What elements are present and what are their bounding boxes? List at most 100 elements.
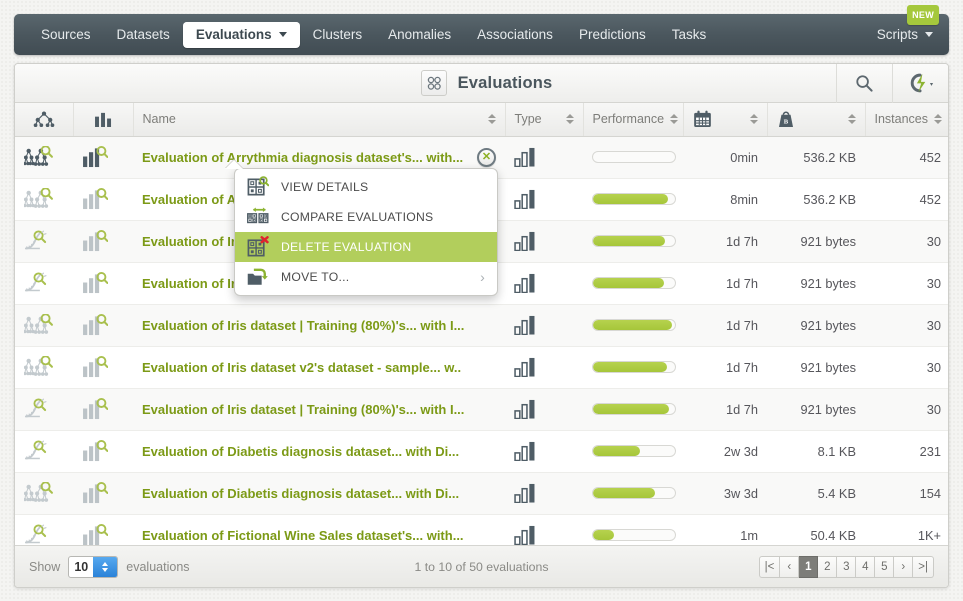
bars-search-icon bbox=[82, 188, 124, 210]
sort-arrows-icon[interactable] bbox=[565, 114, 574, 125]
row-age-cell: 1d 7h bbox=[683, 220, 767, 263]
row-evaluation-icon-cell[interactable] bbox=[73, 178, 133, 221]
row-age-cell: 1d 7h bbox=[683, 304, 767, 347]
table-row[interactable]: Evaluation of Iris dataset v2's dataset … bbox=[15, 346, 948, 389]
row-evaluation-icon-cell[interactable] bbox=[73, 262, 133, 305]
column-header-age[interactable] bbox=[683, 103, 768, 137]
row-model-icon-cell[interactable] bbox=[15, 430, 73, 473]
nav-item-anomalies[interactable]: Anomalies bbox=[375, 22, 464, 48]
evaluation-name-link[interactable]: Evaluation of Diabetis diagnosis dataset… bbox=[142, 486, 459, 501]
row-model-icon-cell[interactable] bbox=[15, 472, 73, 515]
row-evaluation-icon-cell[interactable] bbox=[73, 472, 133, 515]
evaluation-name-link[interactable]: Evaluation of Fictional Wine Sales datas… bbox=[142, 528, 464, 543]
sort-arrows-icon[interactable] bbox=[487, 114, 496, 125]
row-evaluation-icon-cell[interactable] bbox=[73, 346, 133, 389]
row-type-cell bbox=[505, 136, 583, 179]
rows-per-page-select[interactable]: 10 bbox=[68, 555, 119, 578]
sort-arrows-icon[interactable] bbox=[670, 114, 679, 125]
row-model-icon-cell[interactable] bbox=[15, 178, 73, 221]
pagination-page-4[interactable]: 4 bbox=[856, 555, 876, 578]
row-evaluation-icon-cell[interactable] bbox=[73, 430, 133, 473]
model-icon bbox=[33, 111, 55, 128]
row-instances-cell: 30 bbox=[865, 262, 948, 305]
column-header-evaluation[interactable] bbox=[73, 103, 134, 137]
row-type-cell bbox=[505, 220, 583, 263]
sort-arrows-icon[interactable] bbox=[847, 114, 856, 125]
pagination-last[interactable]: >| bbox=[913, 555, 934, 578]
panel-title-group: Evaluations bbox=[411, 70, 553, 96]
column-header-name[interactable]: Name bbox=[133, 103, 506, 137]
evaluation-name-link[interactable]: Evaluation of Iris dataset | Training (8… bbox=[142, 402, 464, 417]
search-icon[interactable] bbox=[836, 64, 892, 103]
row-model-icon-cell[interactable] bbox=[15, 388, 73, 431]
row-model-icon-cell[interactable] bbox=[15, 262, 73, 305]
evaluation-name-link[interactable]: Evaluation of Iris dataset | Training (8… bbox=[142, 318, 464, 333]
bars-search-icon bbox=[82, 146, 124, 168]
context-menu-item-label: VIEW DETAILS bbox=[281, 180, 369, 194]
ensemble-icon bbox=[24, 314, 64, 336]
nav-item-tasks[interactable]: Tasks bbox=[659, 22, 720, 48]
table-row[interactable]: Evaluation of Iris dataset | Training (8… bbox=[15, 304, 948, 347]
bolt-icon[interactable] bbox=[892, 64, 948, 103]
column-header-model[interactable] bbox=[15, 103, 74, 137]
table-row[interactable]: Evaluation of Iris dataset | Training (8… bbox=[15, 388, 948, 431]
pagination-page-3[interactable]: 3 bbox=[837, 555, 857, 578]
table-row[interactable]: Evaluation of Diabetis diagnosis dataset… bbox=[15, 472, 948, 515]
close-icon[interactable]: ✕ bbox=[477, 147, 496, 167]
nav-item-evaluations[interactable]: Evaluations bbox=[182, 21, 300, 48]
context-menu-item-move-to[interactable]: MOVE TO... › bbox=[235, 262, 497, 292]
nav-item-clusters[interactable]: Clusters bbox=[300, 22, 376, 48]
pagination-first[interactable]: |< bbox=[758, 555, 781, 578]
pagination-page-2[interactable]: 2 bbox=[818, 555, 838, 578]
bars-icon bbox=[94, 111, 113, 128]
nav-item-predictions[interactable]: Predictions bbox=[566, 22, 659, 48]
row-model-icon-cell[interactable] bbox=[15, 136, 73, 179]
bars-icon bbox=[514, 273, 574, 293]
stepper-icon[interactable] bbox=[93, 556, 118, 577]
evaluation-name-link[interactable]: Evaluation of A bbox=[142, 192, 236, 207]
bars-search-icon bbox=[82, 314, 124, 336]
row-model-icon-cell[interactable] bbox=[15, 346, 73, 389]
row-evaluation-icon-cell[interactable] bbox=[73, 388, 133, 431]
row-type-cell bbox=[505, 472, 583, 515]
context-menu-item-compare-evaluations[interactable]: COMPARE EVALUATIONS bbox=[235, 202, 497, 232]
row-evaluation-icon-cell[interactable] bbox=[73, 220, 133, 263]
nav-item-associations[interactable]: Associations bbox=[464, 22, 566, 48]
anomaly-icon bbox=[24, 524, 64, 546]
sort-arrows-icon[interactable] bbox=[934, 114, 943, 125]
view-details-icon bbox=[247, 176, 269, 198]
evaluation-name-link[interactable]: Evaluation of Ir bbox=[142, 276, 236, 291]
svg-text:B: B bbox=[783, 119, 788, 126]
row-model-icon-cell[interactable] bbox=[15, 220, 73, 263]
context-menu-item-view-details[interactable]: VIEW DETAILS bbox=[235, 172, 497, 202]
evaluation-name-link[interactable]: Evaluation of Iris dataset v2's dataset … bbox=[142, 360, 461, 375]
evaluation-name-link[interactable]: Evaluation of Arrythmia diagnosis datase… bbox=[142, 150, 463, 165]
row-age-cell: 1d 7h bbox=[683, 388, 767, 431]
table-row[interactable]: Evaluation of Diabetis diagnosis dataset… bbox=[15, 430, 948, 473]
chevron-down-icon bbox=[278, 32, 287, 37]
evaluation-name-link[interactable]: Evaluation of Diabetis diagnosis dataset… bbox=[142, 444, 459, 459]
context-menu-item-delete-evaluation[interactable]: DELETE EVALUATION bbox=[235, 232, 497, 262]
page-title: Evaluations bbox=[457, 73, 553, 92]
row-type-cell bbox=[505, 388, 583, 431]
context-menu-item-label: MOVE TO... bbox=[281, 270, 350, 284]
column-header-type[interactable]: Type bbox=[505, 103, 584, 137]
nav-item-scripts[interactable]: Scripts NEW bbox=[864, 4, 939, 48]
nav-item-datasets[interactable]: Datasets bbox=[104, 22, 183, 48]
row-evaluation-icon-cell[interactable] bbox=[73, 136, 133, 179]
performance-bar bbox=[592, 361, 676, 373]
pagination-page-5[interactable]: 5 bbox=[875, 555, 895, 578]
column-header-instances[interactable]: Instances bbox=[865, 103, 948, 137]
row-model-icon-cell[interactable] bbox=[15, 304, 73, 347]
nav-item-sources[interactable]: Sources bbox=[28, 22, 104, 48]
column-header-performance[interactable]: Performance bbox=[583, 103, 684, 137]
pagination-prev[interactable]: ‹ bbox=[780, 555, 800, 578]
column-header-size[interactable]: B bbox=[767, 103, 866, 137]
pagination-next[interactable]: › bbox=[894, 555, 914, 578]
sort-arrows-icon[interactable] bbox=[749, 114, 758, 125]
show-label: Show bbox=[29, 559, 61, 574]
pagination-page-1[interactable]: 1 bbox=[799, 555, 819, 578]
compare-evaluations-icon bbox=[247, 206, 269, 228]
row-evaluation-icon-cell[interactable] bbox=[73, 304, 133, 347]
evaluation-name-link[interactable]: Evaluation of Ir bbox=[142, 234, 236, 249]
